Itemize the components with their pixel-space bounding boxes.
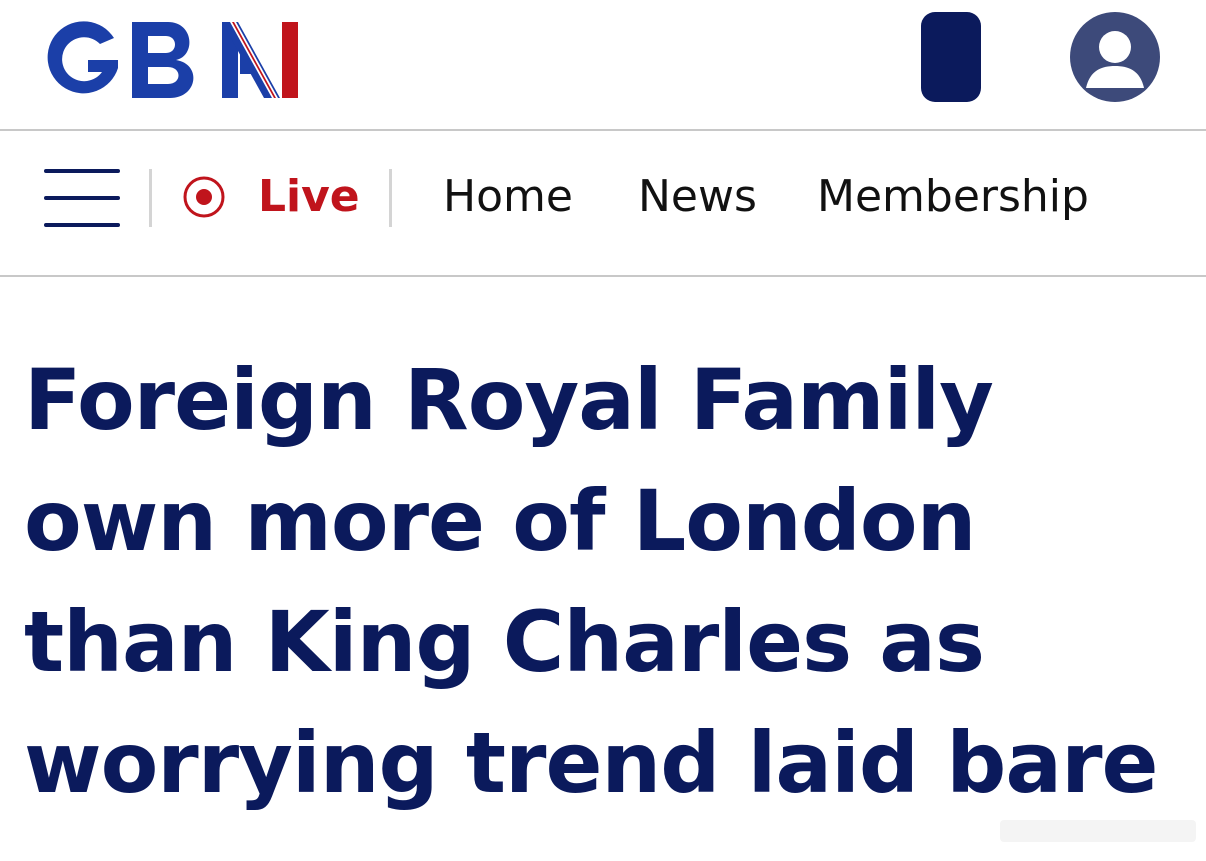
phone-icon[interactable]: [921, 12, 981, 102]
site-header: GBN: [0, 0, 1206, 130]
nav-divider: [0, 275, 1206, 277]
menu-line: [44, 223, 120, 227]
logo-letter-g: [47, 21, 118, 94]
gbn-logo[interactable]: GBN: [44, 8, 304, 108]
hamburger-menu-icon[interactable]: [44, 167, 120, 229]
menu-line: [44, 169, 120, 173]
user-avatar-glyph: [1086, 31, 1144, 88]
watermark: [1000, 812, 1196, 848]
live-label: Live: [258, 171, 360, 222]
article-headline: Foreign Royal Family own more of London …: [24, 340, 1194, 824]
logo-letter-n: [222, 22, 298, 98]
nav-news-link[interactable]: News: [638, 171, 757, 223]
nav-separator: [149, 169, 152, 227]
main-navigation: Live Home News Membership: [0, 131, 1206, 275]
live-record-icon: [182, 175, 226, 219]
menu-line: [44, 196, 120, 200]
headline-line: worrying trend laid bare: [24, 714, 1158, 812]
headline-line: own more of London: [24, 472, 976, 570]
logo-letter-b: [132, 22, 194, 98]
nav-home-link[interactable]: Home: [443, 171, 573, 223]
gbn-logo-mark: [47, 21, 298, 98]
headline-line: Foreign Royal Family: [24, 351, 994, 449]
nav-membership-link[interactable]: Membership: [817, 171, 1089, 223]
live-link[interactable]: Live: [182, 171, 360, 223]
nav-separator: [389, 169, 392, 227]
user-icon[interactable]: [1070, 12, 1160, 102]
headline-line: than King Charles as: [24, 593, 985, 691]
